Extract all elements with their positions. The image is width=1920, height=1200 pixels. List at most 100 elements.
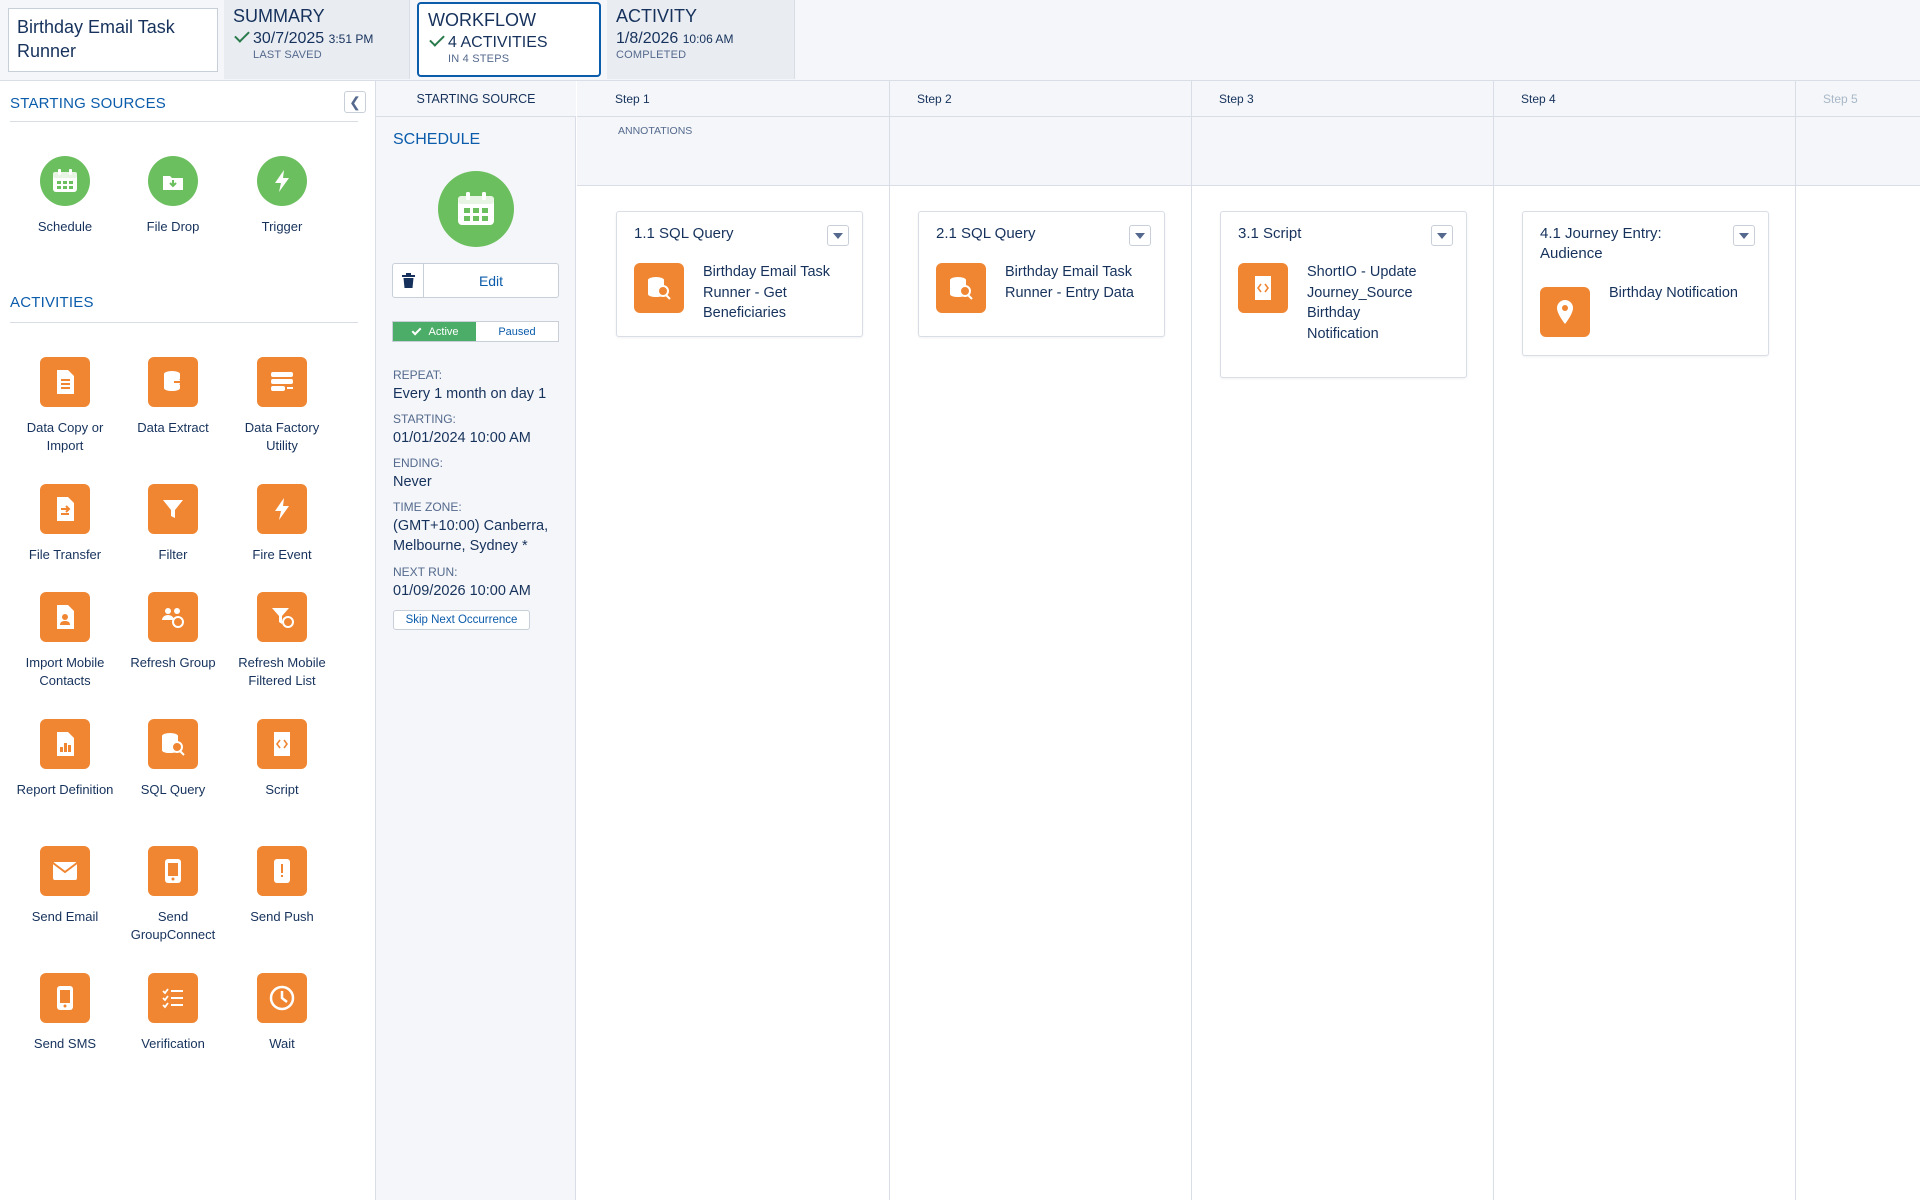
source-label: Schedule: [37, 219, 93, 234]
step-5-label: Step 5: [1823, 92, 1858, 106]
card-title: 1.1 SQL Query: [634, 225, 734, 242]
activity-file-transfer[interactable]: File Transfer: [11, 484, 119, 564]
data-extract-icon: [148, 357, 198, 407]
activity-label: Fire Event: [252, 547, 312, 562]
refresh-group-icon: [148, 592, 198, 642]
activity-label: Script: [265, 782, 299, 797]
push-icon: [257, 846, 307, 896]
step-divider: [1191, 81, 1192, 1200]
tab-activity-title: ACTIVITY: [616, 6, 698, 26]
check-icon: [429, 31, 445, 47]
paused-toggle-option[interactable]: Paused: [476, 322, 558, 341]
file-drop-icon: [148, 156, 198, 206]
active-toggle-option[interactable]: Active: [393, 322, 476, 341]
card-menu-dropdown[interactable]: [1431, 225, 1453, 246]
next-run-field: NEXT RUN: 01/09/2026 10:00 AM: [393, 565, 531, 599]
schedule-edit-group: Edit: [392, 263, 559, 298]
tab-workflow-title: WORKFLOW: [428, 10, 536, 30]
filter-icon: [148, 484, 198, 534]
ending-field: ENDING: Never: [393, 456, 444, 490]
activity-script[interactable]: Script: [228, 719, 336, 799]
clock-icon: [257, 973, 307, 1023]
tab-summary-value: 30/7/2025 3:51 PM: [233, 27, 400, 49]
activity-data-copy-import[interactable]: Data Copy or Import: [11, 357, 119, 455]
step-4-label: Step 4: [1521, 92, 1556, 106]
card-title: 2.1 SQL Query: [936, 225, 1036, 242]
tab-summary[interactable]: SUMMARY 30/7/2025 3:51 PM LAST SAVED: [224, 0, 410, 79]
activity-sql-query[interactable]: SQL Query: [119, 719, 227, 799]
verification-icon: [148, 973, 198, 1023]
tab-activity[interactable]: ACTIVITY 1/8/2026 10:06 AM COMPLETED: [607, 0, 795, 79]
calendar-icon[interactable]: [438, 171, 514, 247]
step-divider: [1493, 81, 1494, 1200]
workflow-canvas: Step 1 Step 2 Step 3 Step 4 Step 5 ANNOT…: [577, 81, 1920, 1200]
activity-fire-event[interactable]: Fire Event: [228, 484, 336, 564]
source-schedule[interactable]: Schedule: [11, 156, 119, 236]
activity-refresh-group[interactable]: Refresh Group: [119, 592, 227, 672]
delete-schedule-button[interactable]: [393, 264, 424, 297]
source-label: File Drop: [146, 219, 200, 234]
activity-data-factory-utility[interactable]: Data Factory Utility: [228, 357, 336, 455]
activity-verification[interactable]: Verification: [119, 973, 227, 1053]
activity-card-1-1[interactable]: 1.1 SQL Query Birthday Email Task Runner…: [616, 211, 863, 337]
activity-refresh-mobile-filtered-list[interactable]: Refresh Mobile Filtered List: [228, 592, 336, 690]
starting-field: STARTING: 01/01/2024 10:00 AM: [393, 412, 531, 446]
script-icon: [1238, 263, 1288, 313]
card-menu-dropdown[interactable]: [827, 225, 849, 246]
data-copy-icon: [40, 357, 90, 407]
tab-activity-value: 1/8/2026 10:06 AM: [616, 30, 734, 47]
activity-report-definition[interactable]: Report Definition: [11, 719, 119, 799]
sql-query-icon: [634, 263, 684, 313]
refresh-list-icon: [257, 592, 307, 642]
activity-label: Import Mobile Contacts: [25, 655, 105, 688]
annotations-row[interactable]: ANNOTATIONS: [577, 117, 1920, 186]
step-divider: [1795, 81, 1796, 1200]
activity-send-push[interactable]: Send Push: [228, 846, 336, 926]
file-transfer-icon: [40, 484, 90, 534]
source-trigger[interactable]: Trigger: [228, 156, 336, 236]
tab-workflow-sub: IN 4 STEPS: [448, 53, 510, 65]
check-icon: [412, 325, 422, 336]
activity-import-mobile-contacts[interactable]: Import Mobile Contacts: [11, 592, 119, 690]
activity-label: Send SMS: [33, 1036, 97, 1051]
groupconnect-icon: [148, 846, 198, 896]
collapse-panel-button[interactable]: ❮: [344, 91, 366, 113]
card-menu-dropdown[interactable]: [1129, 225, 1151, 246]
tab-summary-title: SUMMARY: [233, 6, 325, 26]
activity-send-sms[interactable]: Send SMS: [11, 973, 119, 1053]
schedule-status-toggle: Active Paused: [392, 321, 559, 342]
activity-label: Wait: [269, 1036, 295, 1051]
edit-schedule-button[interactable]: Edit: [424, 264, 558, 297]
starting-source-column: STARTING SOURCE SCHEDULE Edit Active Pau…: [376, 81, 576, 1200]
data-factory-icon: [257, 357, 307, 407]
activity-send-email[interactable]: Send Email: [11, 846, 119, 926]
trash-icon: [401, 273, 415, 288]
activity-card-2-1[interactable]: 2.1 SQL Query Birthday Email Task Runner…: [918, 211, 1165, 337]
divider: [10, 121, 358, 122]
card-description: ShortIO - Update Journey_Source Birthday…: [1307, 264, 1417, 342]
repeat-field: REPEAT: Every 1 month on day 1: [393, 368, 547, 402]
card-title: 3.1 Script: [1238, 225, 1302, 242]
activity-data-extract[interactable]: Data Extract: [119, 357, 227, 437]
step-2-label: Step 2: [917, 92, 952, 106]
tab-activity-sub: COMPLETED: [616, 49, 687, 61]
automation-name-field[interactable]: Birthday Email Task Runner: [8, 8, 218, 72]
source-file-drop[interactable]: File Drop: [119, 156, 227, 236]
envelope-icon: [40, 846, 90, 896]
sms-icon: [40, 973, 90, 1023]
lightning-icon: [257, 156, 307, 206]
activity-filter[interactable]: Filter: [119, 484, 227, 564]
activity-wait[interactable]: Wait: [228, 973, 336, 1053]
starting-source-header: STARTING SOURCE: [376, 81, 576, 117]
activity-card-3-1[interactable]: 3.1 Script ShortIO - Update Journey_Sour…: [1220, 211, 1467, 378]
timezone-field: TIME ZONE: (GMT+10:00) Canberra, Melbour…: [393, 500, 549, 554]
activity-send-groupconnect[interactable]: Send GroupConnect: [119, 846, 227, 944]
card-menu-dropdown[interactable]: [1733, 225, 1755, 246]
report-icon: [40, 719, 90, 769]
activity-palette: STARTING SOURCES ❮ Schedule File Drop Tr…: [0, 81, 376, 1200]
skip-next-occurrence-button[interactable]: Skip Next Occurrence: [393, 610, 530, 630]
activity-label: Data Extract: [137, 420, 209, 435]
tab-workflow[interactable]: WORKFLOW 4 ACTIVITIES IN 4 STEPS: [417, 2, 601, 77]
activity-card-4-1[interactable]: 4.1 Journey Entry: Audience Birthday Not…: [1522, 211, 1769, 356]
activity-label: SQL Query: [140, 782, 206, 797]
